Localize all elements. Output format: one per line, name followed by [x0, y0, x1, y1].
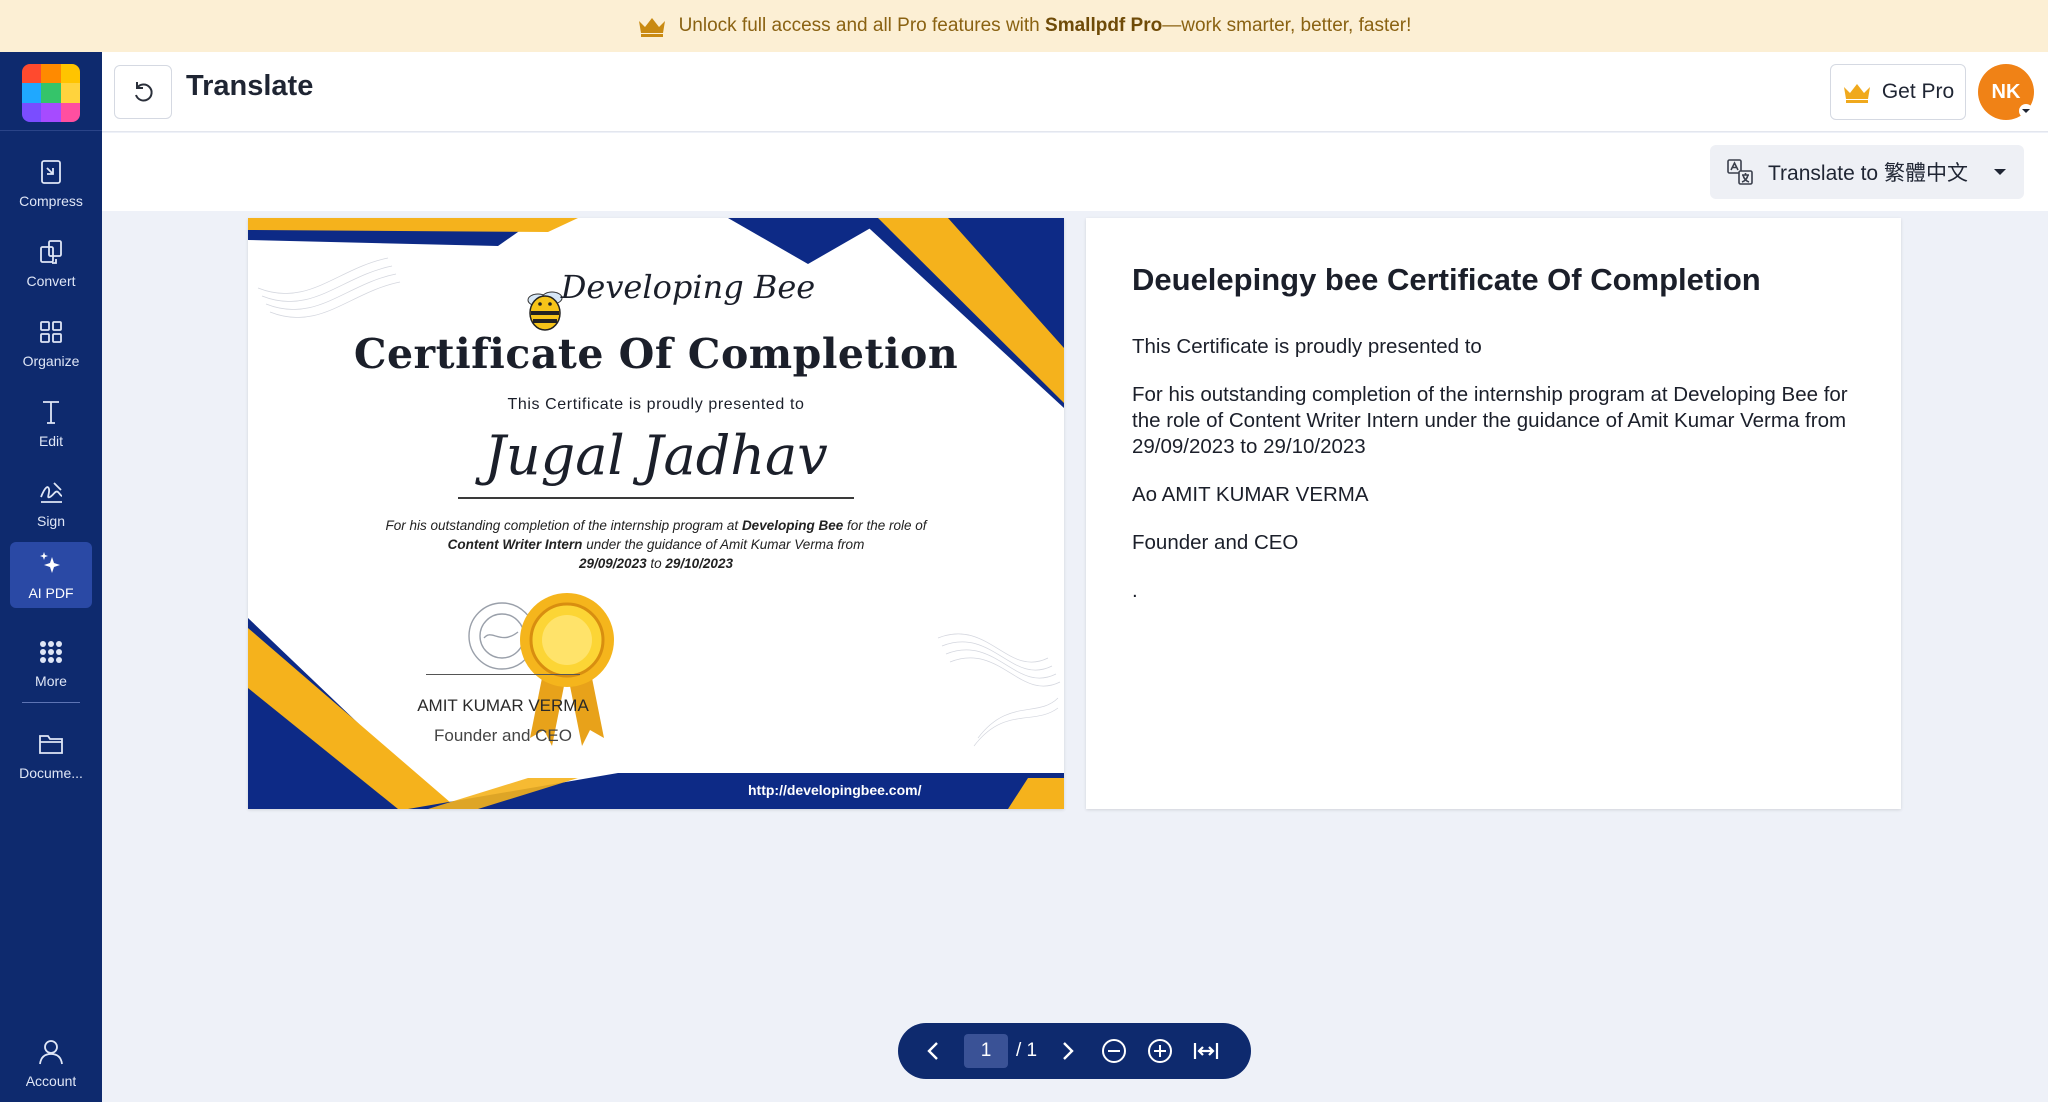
sidebar-item-convert[interactable]: Convert: [10, 230, 92, 296]
original-document[interactable]: Developing Bee Certificate Of Completion…: [248, 218, 1064, 809]
sidebar-item-label: Compress: [19, 193, 83, 209]
zoom-in-icon: [1148, 1039, 1173, 1063]
fit-width-icon: [1194, 1043, 1219, 1059]
translated-document[interactable]: Deuelepingy bee Certificate Of Completio…: [1086, 218, 1901, 809]
edit-icon: [43, 401, 59, 424]
promo-text: Unlock full access and all Pro features …: [678, 15, 1412, 36]
chevron-left-icon: [927, 1042, 938, 1060]
translated-line: Founder and CEO: [1132, 531, 1299, 554]
sidebar-item-compress[interactable]: Compress: [10, 150, 92, 216]
sidebar-item-label: More: [35, 673, 67, 689]
translate-icon: [1727, 159, 1753, 185]
chevron-down-icon: [1994, 169, 2006, 175]
zoom-in-button[interactable]: [1145, 1036, 1175, 1066]
translate-language-label: Translate to 繁體中文: [1768, 162, 1968, 185]
page-number-input[interactable]: [964, 1034, 1008, 1068]
smallpdf-logo[interactable]: [22, 64, 80, 122]
fit-width-button[interactable]: [1191, 1036, 1221, 1066]
sidebar-item-sign[interactable]: Sign: [10, 470, 92, 536]
certificate-signer-name: AMIT KUMAR VERMA: [417, 696, 589, 715]
translated-title: Deuelepingy bee Certificate Of Completio…: [1132, 262, 1761, 297]
convert-icon: [40, 240, 62, 264]
avatar[interactable]: NK: [1978, 64, 2034, 120]
zoom-out-icon: [1102, 1039, 1127, 1063]
page-total: / 1: [1016, 1040, 1038, 1061]
sidebar-item-label: Edit: [38, 433, 64, 449]
translated-line: Ao AMIT KUMAR VERMA: [1132, 483, 1369, 506]
certificate-frame: [248, 218, 1064, 809]
crown-icon: [1843, 84, 1870, 103]
more-grid-icon: [40, 641, 62, 663]
certificate-signer-role: Founder and CEO: [434, 726, 572, 745]
certificate-presented-text: This Certificate is proudly presented to: [507, 396, 805, 413]
sidebar-item-label: Convert: [26, 273, 76, 289]
translated-line: This Certificate is proudly presented to: [1132, 335, 1482, 358]
next-page-button[interactable]: [1053, 1036, 1083, 1066]
sidebar-item-organize[interactable]: Organize: [10, 310, 92, 376]
sidebar-item-ai-pdf[interactable]: AI PDF: [10, 542, 92, 608]
certificate-brand: Developing Bee: [560, 268, 816, 306]
get-pro-button[interactable]: Get Pro: [1830, 64, 1966, 120]
folder-icon: [39, 735, 63, 754]
chevron-down-icon: [2019, 104, 2033, 118]
app-header: Translate Get Pro NK: [102, 52, 2048, 132]
sidebar-item-label: Docume...: [19, 765, 83, 781]
sidebar-item-label: Account: [25, 1073, 77, 1089]
certificate-recipient-name: Jugal Jadhav: [484, 424, 828, 487]
avatar-initials: NK: [1991, 80, 2021, 103]
signature-line: [426, 674, 580, 675]
undo-icon: [135, 82, 153, 102]
sidebar-item-account[interactable]: Account: [10, 1030, 92, 1096]
sidebar-item-label: Sign: [36, 513, 66, 529]
back-button[interactable]: [114, 65, 172, 119]
chevron-right-icon: [1063, 1042, 1074, 1060]
compress-icon: [41, 160, 61, 184]
translate-language-dropdown[interactable]: Translate to 繁體中文: [1710, 145, 2024, 199]
sidebar-item-documents[interactable]: Docume...: [10, 722, 92, 788]
page-navigation-bar: / 1: [898, 1023, 1251, 1079]
sparkle-icon: [40, 552, 60, 573]
sidebar-item-edit[interactable]: Edit: [10, 390, 92, 456]
sidebar-item-label: AI PDF: [28, 585, 74, 601]
sign-icon: [40, 482, 63, 503]
crown-icon: [638, 18, 665, 37]
sidebar: Compress Convert Organize Edit Sign AI P…: [0, 52, 102, 1102]
certificate-url: http://developingbee.com/: [748, 782, 922, 798]
organize-icon: [40, 321, 62, 343]
translate-toolbar: Translate to 繁體中文: [102, 133, 2048, 211]
page-title: Translate: [186, 70, 314, 102]
zoom-out-button[interactable]: [1099, 1036, 1129, 1066]
account-icon: [39, 1040, 63, 1065]
translated-line: .: [1132, 579, 1138, 602]
sidebar-item-more[interactable]: More: [10, 630, 92, 696]
name-underline: [458, 497, 854, 499]
get-pro-label: Get Pro: [1881, 80, 1955, 103]
certificate-body-text: For his outstanding completion of the in…: [385, 518, 927, 571]
translated-line: For his outstanding completion of the in…: [1132, 383, 1848, 458]
promo-banner[interactable]: Unlock full access and all Pro features …: [0, 0, 2048, 52]
certificate-title: Certificate Of Completion: [353, 330, 959, 378]
sidebar-item-label: Organize: [22, 353, 80, 369]
prev-page-button[interactable]: [918, 1036, 948, 1066]
